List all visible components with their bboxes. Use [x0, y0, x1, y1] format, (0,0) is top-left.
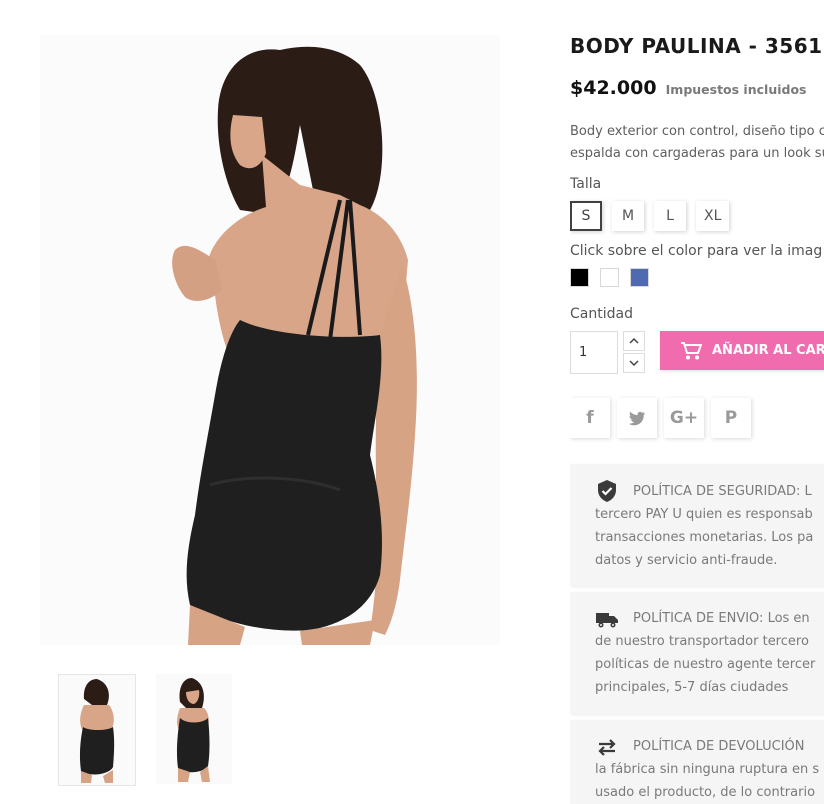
color-swatch-white[interactable]: [600, 268, 619, 287]
product-main-image[interactable]: [40, 35, 500, 645]
social-share: f G+ P: [570, 398, 751, 438]
size-option-m[interactable]: M: [612, 201, 644, 231]
size-option-xl[interactable]: XL: [696, 201, 730, 231]
product-price: $42.000: [570, 77, 657, 99]
size-label: Talla: [570, 176, 602, 192]
price-row: $42.000 Impuestos incluidos: [570, 77, 806, 99]
thumbnail-strip: [58, 674, 258, 786]
policy-text-line: principales, 5-7 días ciudades: [595, 680, 789, 695]
quantity-input[interactable]: 1: [570, 331, 618, 374]
policy-returns: POLÍTICA DE DEVOLUCIÓN la fábrica sin ni…: [570, 720, 824, 804]
shield-check-icon: [598, 480, 616, 502]
description-line: Body exterior con control, diseño tipo c…: [570, 124, 824, 139]
share-twitter-button[interactable]: [617, 398, 657, 438]
description-line: espalda con cargaderas para un look su: [570, 146, 824, 161]
pinterest-icon: P: [724, 408, 738, 428]
thumbnail-front-view[interactable]: [156, 674, 232, 784]
color-swatch-black[interactable]: [570, 268, 589, 287]
google-plus-icon: G+: [669, 408, 699, 428]
policy-text-line: políticas de nuestro agente tercer: [595, 657, 816, 672]
product-description: Body exterior con control, diseño tipo c…: [570, 121, 824, 165]
policy-security-title: POLÍTICA DE SEGURIDAD: L: [633, 483, 812, 499]
tax-note: Impuestos incluidos: [665, 82, 807, 97]
policy-security: POLÍTICA DE SEGURIDAD: L tercero PAY U q…: [570, 464, 824, 586]
policy-returns-title: POLÍTICA DE DEVOLUCIÓN: [633, 739, 805, 754]
policy-text-line: de nuestro transportador tercero: [595, 634, 809, 649]
thumbnail-back-view[interactable]: [58, 674, 136, 786]
policy-text-line: la fábrica sin ninguna ruptura en s: [595, 762, 820, 777]
product-title: BODY PAULINA - 3561: [570, 34, 823, 58]
quantity-increase-button[interactable]: [623, 331, 645, 351]
size-option-l[interactable]: L: [654, 201, 686, 231]
chevron-down-icon: [629, 360, 639, 366]
model-photo: [40, 35, 500, 645]
size-option-s[interactable]: S: [570, 201, 602, 231]
policy-shipping-title: POLÍTICA DE ENVIO: Los en: [633, 611, 810, 626]
exchange-arrows-icon: [598, 738, 616, 756]
truck-icon: [596, 612, 618, 627]
add-to-cart-label: AÑADIR AL CARR: [712, 343, 824, 358]
quantity-decrease-button[interactable]: [623, 353, 645, 373]
size-selector: S M L XL: [570, 201, 730, 231]
chevron-up-icon: [629, 338, 639, 344]
color-label: Click sobre el color para ver la imag: [570, 243, 823, 259]
quantity-stepper: [623, 331, 647, 374]
add-to-cart-button[interactable]: AÑADIR AL CARR: [660, 331, 824, 370]
policy-text-line: datos y servicio anti-fraude.: [595, 553, 778, 568]
color-swatch-blue[interactable]: [630, 268, 649, 287]
shopping-cart-icon: [681, 341, 702, 359]
policy-text-line: transacciones monetarias. Los pa: [595, 530, 814, 545]
twitter-icon: [628, 411, 645, 425]
policy-text-line: usado el producto, de lo contrario: [595, 785, 816, 800]
product-details: BODY PAULINA - 3561 $42.000 Impuestos in…: [570, 0, 824, 804]
share-facebook-button[interactable]: f: [570, 398, 610, 438]
policy-shipping: POLÍTICA DE ENVIO: Los en de nuestro tra…: [570, 592, 824, 714]
thumbnail-back-photo: [79, 679, 115, 783]
share-googleplus-button[interactable]: G+: [664, 398, 704, 438]
share-pinterest-button[interactable]: P: [711, 398, 751, 438]
policy-text-line: tercero PAY U quien es responsab: [595, 507, 813, 522]
color-selector: [570, 268, 649, 287]
facebook-icon: f: [586, 408, 594, 428]
thumbnail-front-photo: [176, 678, 210, 782]
quantity-label: Cantidad: [570, 306, 633, 322]
